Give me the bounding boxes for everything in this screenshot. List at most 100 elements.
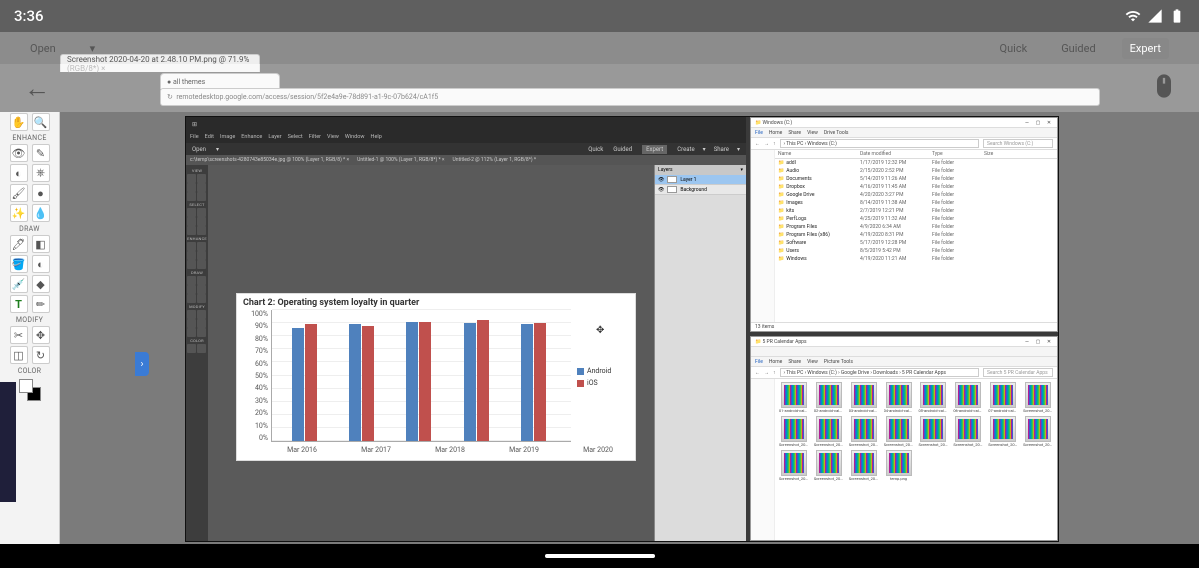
breadcrumb[interactable]: › This PC › Windows (C:)	[780, 139, 980, 148]
tool-icon[interactable]	[197, 276, 206, 285]
tool-icon[interactable]	[197, 192, 206, 201]
thumbnail[interactable]: Screenshot_20200406-105105_Dialer.jpg	[883, 416, 915, 447]
thumbnail[interactable]: Screenshot_20200406-105910.jpg	[778, 416, 810, 447]
ribbon-tab[interactable]: Share	[788, 359, 801, 365]
canvas[interactable]: Chart 2: Operating system loyalty in qua…	[208, 165, 654, 541]
tool-icon[interactable]: ◐	[10, 164, 28, 182]
search-input[interactable]: Search Windows (C:)	[983, 139, 1053, 148]
tool-icon[interactable]	[197, 208, 206, 217]
ribbon-tab[interactable]: View	[807, 359, 818, 365]
document-tabs[interactable]: c:\temp\screenshots-4280743e85034e.jpg @…	[186, 155, 746, 165]
tab-quick[interactable]: Quick	[992, 38, 1036, 59]
home-pill[interactable]	[545, 554, 655, 558]
nav-back-icon[interactable]: ←	[755, 370, 760, 376]
nav-pane[interactable]	[751, 150, 775, 322]
file-row[interactable]: Users8/5/2019 5:42 PMFile folder	[775, 247, 1057, 255]
ribbon-tab[interactable]: Home	[769, 130, 782, 136]
thumbnail[interactable]: Screenshot_20200406-091539.jpg	[1022, 382, 1054, 413]
file-row[interactable]: Dropbox4/16/2019 11:45 AMFile folder	[775, 183, 1057, 191]
tool-icon[interactable]: ✨	[10, 204, 28, 222]
menu-filter[interactable]: Filter	[309, 134, 321, 140]
thumbnail[interactable]: 04-android-calendar-today.jpg	[883, 382, 915, 413]
open-dropdown[interactable]: Open	[192, 146, 206, 153]
tool-shape-icon[interactable]: ◆	[32, 275, 50, 293]
file-explorer-bottom[interactable]: 📁 5 PR Calendar Apps—▢✕ FileHomeShareVie…	[750, 336, 1058, 541]
tool-hand-icon[interactable]: ✋	[10, 113, 28, 131]
menu-image[interactable]: Image	[220, 134, 235, 140]
tool-icon[interactable]	[187, 183, 196, 192]
thumbnail[interactable]: Screenshot_20200406-111238.jpg	[813, 416, 845, 447]
tool-icon[interactable]: 🖌	[10, 184, 28, 202]
expand-handle[interactable]: ›	[135, 352, 149, 376]
address-bar[interactable]: ↻ remotedesktop.google.com/access/sessio…	[160, 88, 1100, 106]
android-nav-bar[interactable]	[0, 544, 1199, 568]
tool-eyedrop-icon[interactable]: 💉	[10, 275, 28, 293]
ribbon-tab[interactable]: Drive Tools	[824, 130, 849, 136]
ribbon-tab[interactable]: File	[755, 130, 763, 136]
tool-gradient-icon[interactable]: ◐	[32, 255, 50, 273]
tab-guided[interactable]: Guided	[613, 146, 632, 153]
remote-stage[interactable]: ✋🔍 ENHANCE 👁✎ ◐⎈ 🖌● ✨💧 DRAW 🖊◧ 🪣◐ 💉◆ T✏ …	[0, 112, 1199, 544]
ribbon-tab[interactable]: File	[755, 359, 763, 365]
tool-move-icon[interactable]: ✥	[32, 326, 50, 344]
nav-fwd-icon[interactable]: →	[764, 141, 769, 147]
tool-icon[interactable]	[187, 276, 196, 285]
thumbnail[interactable]: 06-android-calendar-today-widget.jpg	[952, 382, 984, 413]
thumbnail[interactable]: Screenshot_20200406-105400.jpg	[987, 416, 1019, 447]
thumbnail[interactable]: Screenshot_20200408-131428.jpg	[848, 450, 880, 481]
thumbnail[interactable]: Screenshot_20200406-105016_Calendar.png	[952, 416, 984, 447]
file-row[interactable]: Windows4/19/2020 11:21 AMFile folder	[775, 255, 1057, 263]
file-row[interactable]: Software5/17/2019 12:28 PMFile folder	[775, 239, 1057, 247]
minimize-icon[interactable]: —	[1023, 120, 1031, 126]
file-row[interactable]: Documents5/14/2019 11:26 AMFile folder	[775, 175, 1057, 183]
thumbnail[interactable]: 07-android-calendar-any-do-agenda.jpg	[987, 382, 1019, 413]
breadcrumb[interactable]: › This PC › Windows (C:) › Google Drive …	[780, 368, 980, 377]
thumbnail[interactable]: 05-android-calendar-color-swatches.jpg	[918, 382, 950, 413]
menu-file[interactable]: File	[190, 134, 199, 140]
thumbnail[interactable]: Screenshot_20200406-105016_Dialer.jpg	[848, 416, 880, 447]
thumbnail[interactable]: temp.png	[883, 450, 915, 481]
tool-icon[interactable]	[187, 174, 196, 183]
back-button[interactable]: ←	[24, 73, 50, 104]
tool-icon[interactable]	[197, 328, 206, 337]
mouse-mode-button[interactable]	[1150, 72, 1178, 104]
doc-tab[interactable]: c:\temp\screenshots-4280743e85034e.jpg @…	[190, 157, 349, 163]
layer-row[interactable]: 👁Background	[655, 185, 746, 195]
tool-fill-icon[interactable]: 🪣	[10, 255, 28, 273]
tool-icon[interactable]	[187, 260, 196, 269]
tool-icon[interactable]: ●	[32, 184, 50, 202]
close-icon[interactable]: ✕	[1045, 120, 1053, 126]
tool-icon[interactable]	[187, 328, 196, 337]
tool-icon[interactable]	[187, 242, 196, 251]
tool-icon[interactable]	[197, 251, 206, 260]
thumbnail[interactable]: Screenshot_20200406-105016_Calendar.jpg	[918, 416, 950, 447]
doc-tab[interactable]: Untitled-2 @ 112% (Layer 1, RGB/8*) *	[453, 157, 536, 163]
file-explorer-top[interactable]: 📁 Windows (C:)—▢✕ FileHomeShareViewDrive…	[750, 117, 1058, 332]
file-row[interactable]: Google Drive4/20/2020 3:27 PMFile folder	[775, 191, 1057, 199]
menu-help[interactable]: Help	[371, 134, 382, 140]
thumbnail[interactable]: Screenshot_20200406-175024.jpg	[1022, 416, 1054, 447]
share-dropdown[interactable]: Share	[714, 146, 729, 153]
menu-select[interactable]: Select	[288, 134, 303, 140]
ribbon-tab[interactable]: Picture Tools	[824, 359, 853, 365]
tool-icon[interactable]	[187, 285, 196, 294]
tool-text-icon[interactable]: T	[10, 295, 28, 313]
ribbon-tab[interactable]: Home	[769, 359, 782, 365]
menu-layer[interactable]: Layer	[268, 134, 281, 140]
tool-icon[interactable]	[197, 310, 206, 319]
tool-icon[interactable]	[187, 217, 196, 226]
doc-tab[interactable]: Untitled-1 @ 100% (Layer 1, RGB/8*) * ×	[357, 157, 444, 163]
tab-expert[interactable]: Expert	[642, 145, 667, 154]
close-icon[interactable]: ✕	[1045, 339, 1053, 345]
layer-row[interactable]: 👁Layer 1	[655, 175, 746, 185]
tab-quick[interactable]: Quick	[588, 146, 603, 153]
nav-back-icon[interactable]: ←	[755, 141, 760, 147]
tool-icon[interactable]	[197, 294, 206, 303]
minimize-icon[interactable]: —	[1023, 339, 1031, 345]
file-row[interactable]: Images8/14/2019 11:38 AMFile folder	[775, 199, 1057, 207]
nav-fwd-icon[interactable]: →	[764, 370, 769, 376]
file-row[interactable]: kits2/7/2019 12:21 PMFile folder	[775, 207, 1057, 215]
tool-icon[interactable]	[197, 285, 206, 294]
tool-icon[interactable]: ✎	[32, 144, 50, 162]
tool-icon[interactable]: ⎈	[32, 164, 50, 182]
